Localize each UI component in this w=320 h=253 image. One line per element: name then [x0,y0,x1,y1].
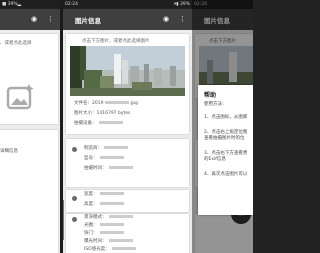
status-icons: ▾▮ 39% [173,2,190,7]
meta-row: 光圈： [84,222,124,228]
status-time: 02:24 [65,2,78,7]
meta-value [99,156,124,159]
aperture-icon [72,217,77,222]
meta-value [99,231,124,234]
meta-value [99,192,124,195]
help-step-4: 4、再次点击图片可以 [204,172,248,177]
help-step-3-cont: 的Exif信息 [204,157,226,162]
meta-value [108,215,133,218]
meta-value [104,146,128,149]
device-row: 拍摄设备： [74,120,123,126]
file-name-label: 文件名：2019 [74,101,104,106]
dialog-subtitle: 使用方法： [204,102,227,107]
device-label: 拍摄设备： [74,121,97,126]
help-step-1: 1、点击图标，从图库 [204,115,248,120]
meta-row: 曝光时间： [84,238,133,244]
file-size-row: 图片大小：1416797 bytes [74,111,131,116]
file-info: 文件名：2019 .jpg 图片大小：1416797 bytes 拍摄设备： [66,100,189,132]
pick-image-hint[interactable]: 、或者点此选择 [0,40,32,46]
detail-card: 详细信息 [0,130,58,253]
overflow-menu-icon[interactable]: ⋮ [179,15,186,23]
screen-1: ■ 39%▂ ◉ ⋮ 、或者点此选择 详细信息 [0,0,60,253]
meta-value [108,166,133,169]
help-step-2-cont: 查看拍摄图片时的位 [204,136,245,141]
dimension-icon [72,196,77,201]
location-pin-icon[interactable]: ◉ [163,15,169,23]
image-placeholder-icon [6,84,34,110]
app-bar: ◉ ⋮ [0,9,60,30]
selected-photo[interactable] [70,46,185,96]
screen-2: 02:24 ▾▮ 39% 图片信息 ◉ ⋮ 点击下方图片，或者点此选择图片 文件… [63,0,192,253]
meta-row: 景深模式： [84,214,133,220]
meta-value [99,202,124,205]
app-bar: 图片信息 ◉ ⋮ [63,9,192,30]
help-dialog: 帮助 使用方法： 1、点击图标，从图库 2、点击右上角定位图 查看拍摄图片时的位… [198,85,253,215]
dimension-card: 宽度： 高度： [66,190,189,212]
status-bar: 02:24 ▾▮ 39% [63,0,192,9]
camera-icon [72,147,77,152]
meta-row: 高度： [84,201,124,207]
height-label: 高度： [84,202,98,207]
model-label: 型号： [84,156,98,161]
file-name-row: 文件名：2019 .jpg [74,100,138,106]
meta-row: 宽度： [84,191,124,197]
capture-time-label: 拍摄时间： [84,166,107,171]
meta-row: 快门： [84,230,124,236]
image-picker-card[interactable]: 、或者点此选择 [0,34,58,124]
status-bar: ■ 39%▂ [0,0,60,9]
manufacturer-label: 制造商： [84,146,102,151]
pick-image-hint[interactable]: 点击下方图片，或者点此选择图片 [82,38,150,44]
screen-3: 02:24 图片信息 点击下方图片 ≡ 帮助 使用方法： 1、点击图标，从图库 … [192,0,253,253]
overflow-menu-icon[interactable]: ⋮ [47,15,54,23]
scrollbar[interactable] [63,200,64,240]
meta-value [99,223,124,226]
camera-info-card: 制造商： 型号： 拍摄时间： [66,139,189,187]
meta-row: ISO感光度： [84,246,136,252]
meta-row: 型号： [84,155,124,161]
device-value [98,121,123,124]
exposure-time-label: 曝光时间： [84,239,107,244]
detail-info-link[interactable]: 详细信息 [0,148,18,154]
shutter-label: 快门： [84,231,98,236]
battery-indicator: ■ 39%▂ [2,2,22,7]
location-pin-icon[interactable]: ◉ [31,15,37,23]
dialog-title: 帮助 [204,92,217,99]
file-name-value [105,101,130,104]
meta-value [111,247,136,250]
exposure-card: 景深模式： 光圈： 快门： 曝光时间： ISO感光度： [66,214,189,253]
file-ext: .jpg [129,101,138,106]
meta-value [108,239,133,242]
meta-row: 制造商： [84,145,128,151]
iso-label: ISO感光度： [84,247,110,252]
meta-row: 拍摄时间： [84,165,133,171]
width-label: 宽度： [84,192,98,197]
page-title: 图片信息 [75,17,101,25]
depth-mode-label: 景深模式： [84,215,107,220]
aperture-label: 光圈： [84,223,98,228]
